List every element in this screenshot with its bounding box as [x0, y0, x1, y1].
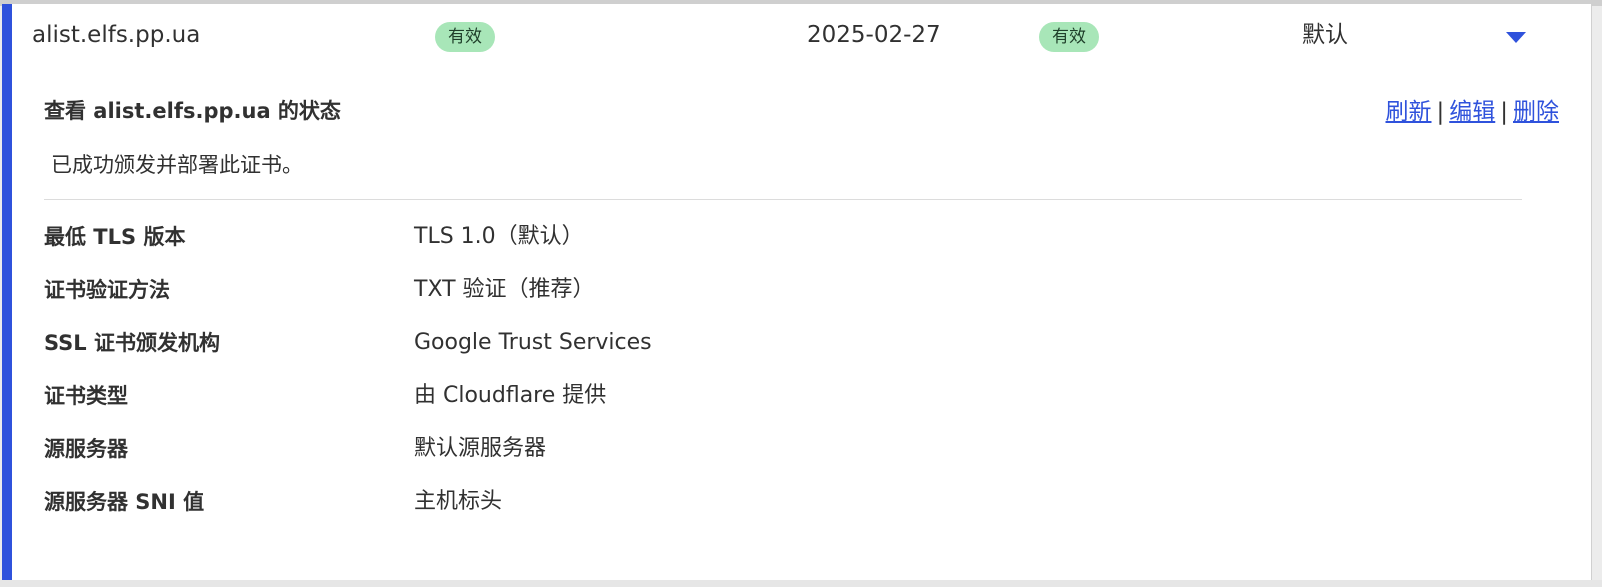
separator: | — [1436, 99, 1445, 125]
hostname: alist.elfs.pp.ua — [32, 22, 201, 48]
caret-down-icon[interactable] — [1506, 32, 1526, 43]
property-label: 证书验证方法 — [44, 278, 170, 302]
status-message: 已成功颁发并部署此证书。 — [51, 153, 303, 177]
property-value: 由 Cloudflare 提供 — [414, 383, 607, 408]
property-row: 证书验证方法 TXT 验证（推荐） — [44, 273, 1522, 326]
property-label: 源服务器 SNI 值 — [44, 490, 205, 514]
property-value: 主机标头 — [414, 489, 503, 514]
property-row: 最低 TLS 版本 TLS 1.0（默认） — [44, 220, 1522, 273]
property-row: 证书类型 由 Cloudflare 提供 — [44, 379, 1522, 432]
validation-badge: 有效 — [1039, 22, 1099, 52]
certificate-card: alist.elfs.pp.ua 有效 2025-02-27 有效 默认 查看 … — [2, 4, 1592, 584]
refresh-link[interactable]: 刷新 — [1386, 99, 1432, 125]
divider — [44, 199, 1522, 200]
properties-list: 最低 TLS 版本 TLS 1.0（默认） 证书验证方法 TXT 验证（推荐） … — [44, 220, 1522, 538]
property-value: TLS 1.0（默认） — [414, 224, 584, 249]
certificate-mode: 默认 — [1302, 22, 1348, 48]
property-row: 源服务器 SNI 值 主机标头 — [44, 485, 1522, 538]
bottom-edge — [0, 580, 1602, 587]
separator: | — [1500, 99, 1508, 125]
delete-link[interactable]: 删除 — [1513, 99, 1559, 125]
property-value: TXT 验证（推荐） — [414, 277, 595, 302]
edit-link[interactable]: 编辑 — [1449, 99, 1495, 125]
expiry-date: 2025-02-27 — [807, 22, 941, 48]
detail-title: 查看 alist.elfs.pp.ua 的状态 — [44, 99, 341, 123]
property-label: 最低 TLS 版本 — [44, 225, 186, 249]
property-row: 源服务器 默认源服务器 — [44, 432, 1522, 485]
property-label: 源服务器 — [44, 437, 128, 461]
property-label: SSL 证书颁发机构 — [44, 331, 220, 355]
property-row: SSL 证书颁发机构 Google Trust Services — [44, 326, 1522, 379]
certificate-row[interactable]: alist.elfs.pp.ua 有效 2025-02-27 有效 默认 — [12, 4, 1591, 66]
status-badge: 有效 — [435, 22, 495, 52]
property-label: 证书类型 — [44, 384, 128, 408]
action-links: 刷新 | 编辑 | 删除 — [1386, 96, 1560, 128]
property-value: 默认源服务器 — [414, 436, 547, 461]
property-value: Google Trust Services — [414, 330, 652, 355]
